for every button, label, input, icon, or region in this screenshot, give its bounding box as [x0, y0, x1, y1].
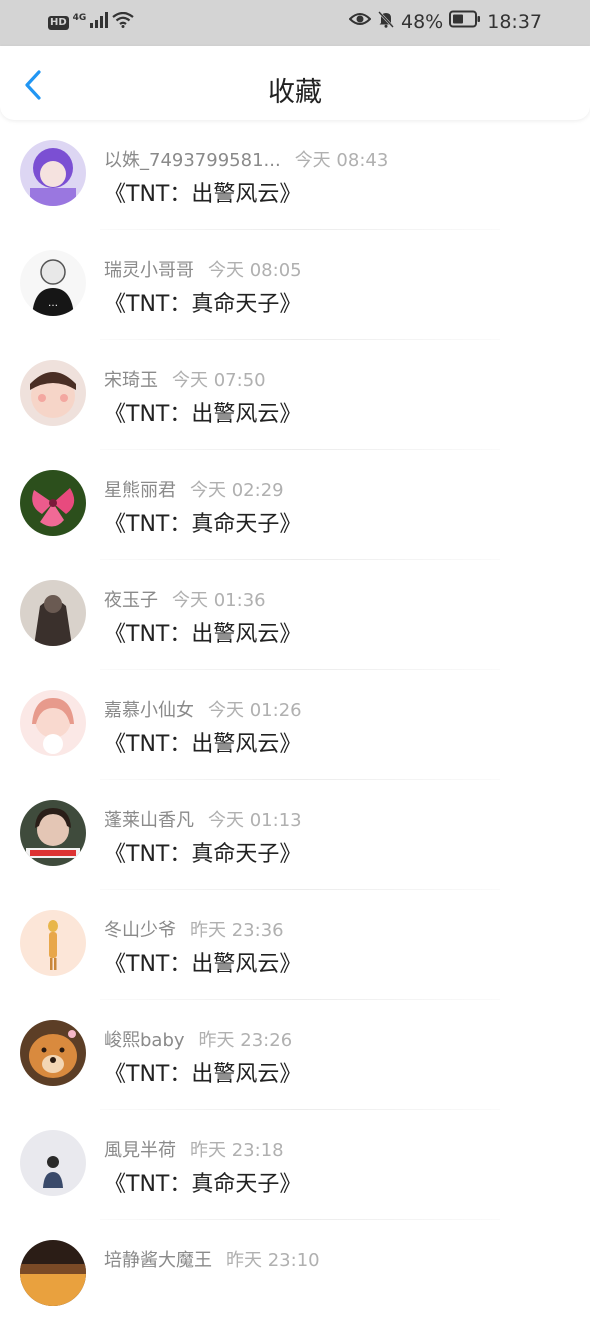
list-item[interactable]: … 瑞灵小哥哥 今天 08:05 《TNT：真命天子》 — [0, 230, 590, 340]
status-left: HD 4G — [48, 11, 135, 33]
clock: 18:37 — [487, 10, 542, 33]
user-name[interactable]: 冬山少爷 — [104, 920, 176, 941]
item-title[interactable]: 《TNT：出警风云》 — [104, 1056, 301, 1088]
list-item[interactable]: 星熊丽君 今天 02:29 《TNT：真命天子》 — [0, 450, 590, 560]
status-bar: HD 4G 48% 18:37 — [0, 0, 590, 46]
item-title[interactable]: 《TNT：真命天子》 — [104, 506, 301, 538]
avatar[interactable] — [20, 800, 86, 866]
list-item[interactable]: 冬山少爷 昨天 23:36 《TNT：出警风云》 — [0, 890, 590, 1000]
item-title[interactable]: 《TNT：出警风云》 — [104, 396, 301, 428]
user-name[interactable]: 嘉慕小仙女 — [104, 700, 194, 721]
avatar[interactable] — [20, 690, 86, 756]
list-item[interactable]: 峻熙baby 昨天 23:26 《TNT：出警风云》 — [0, 1000, 590, 1110]
avatar[interactable] — [20, 580, 86, 646]
wifi-icon — [112, 11, 135, 33]
user-name[interactable]: 峻熙baby — [104, 1030, 185, 1051]
timestamp: 今天 01:36 — [172, 590, 266, 611]
item-title[interactable]: 《TNT：出警风云》 — [104, 726, 301, 758]
avatar[interactable] — [20, 470, 86, 536]
item-title[interactable]: 《TNT：真命天子》 — [104, 286, 301, 318]
item-meta: 宋琦玉 今天 07:50 — [104, 366, 266, 392]
item-meta: 風見半荷 昨天 23:18 — [104, 1136, 284, 1162]
list-item[interactable]: 以姝_7493799581... 今天 08:43 《TNT：出警风云》 — [0, 120, 590, 230]
item-title[interactable]: 《TNT：真命天子》 — [104, 1166, 301, 1198]
timestamp: 今天 01:13 — [208, 810, 302, 831]
list-item[interactable]: 夜玉子 今天 01:36 《TNT：出警风云》 — [0, 560, 590, 670]
battery-icon — [449, 10, 481, 33]
list-item[interactable]: 宋琦玉 今天 07:50 《TNT：出警风云》 — [0, 340, 590, 450]
list-item[interactable]: 嘉慕小仙女 今天 01:26 《TNT：出警风云》 — [0, 670, 590, 780]
user-name[interactable]: 夜玉子 — [104, 590, 158, 611]
timestamp: 今天 02:29 — [190, 480, 284, 501]
header-bar: 收藏 — [0, 46, 590, 120]
user-name[interactable]: 培静酱大魔王 — [104, 1250, 212, 1271]
item-meta: 夜玉子 今天 01:36 — [104, 586, 266, 612]
item-meta: 蓬莱山香凡 今天 01:13 — [104, 806, 302, 832]
status-right: 48% 18:37 — [348, 10, 542, 33]
item-meta: 峻熙baby 昨天 23:26 — [104, 1026, 292, 1052]
timestamp: 今天 08:43 — [294, 150, 389, 171]
list-item[interactable]: 蓬莱山香凡 今天 01:13 《TNT：真命天子》 — [0, 780, 590, 890]
item-meta: 瑞灵小哥哥 今天 08:05 — [104, 256, 302, 282]
bell-muted-icon — [377, 10, 395, 33]
battery-percent: 48% — [401, 10, 444, 33]
timestamp: 今天 08:05 — [208, 260, 302, 281]
timestamp: 昨天 23:18 — [190, 1140, 284, 1161]
user-name[interactable]: 以姝_7493799581... — [104, 150, 281, 171]
item-meta: 嘉慕小仙女 今天 01:26 — [104, 696, 302, 722]
timestamp: 昨天 23:10 — [226, 1250, 320, 1271]
user-name[interactable]: 風見半荷 — [104, 1140, 176, 1161]
item-meta: 星熊丽君 今天 02:29 — [104, 476, 284, 502]
avatar[interactable] — [20, 910, 86, 976]
item-meta: 冬山少爷 昨天 23:36 — [104, 916, 284, 942]
item-title[interactable]: 《TNT：出警风云》 — [104, 176, 301, 208]
user-name[interactable]: 宋琦玉 — [104, 370, 158, 391]
network-label: 4G — [72, 12, 87, 23]
item-title[interactable]: 《TNT：出警风云》 — [104, 946, 301, 978]
avatar[interactable] — [20, 1130, 86, 1196]
avatar[interactable] — [20, 1240, 86, 1306]
user-name[interactable]: 蓬莱山香凡 — [104, 810, 194, 831]
item-title[interactable]: 《TNT：出警风云》 — [104, 616, 301, 648]
item-meta: 培静酱大魔王 昨天 23:10 — [104, 1246, 320, 1272]
avatar[interactable] — [20, 140, 86, 206]
user-name[interactable]: 瑞灵小哥哥 — [104, 260, 194, 281]
signal-icon — [90, 12, 109, 33]
list-item[interactable]: 風見半荷 昨天 23:18 《TNT：真命天子》 — [0, 1110, 590, 1220]
avatar[interactable]: … — [20, 250, 86, 316]
timestamp: 昨天 23:26 — [198, 1030, 293, 1051]
page-title: 收藏 — [268, 77, 322, 108]
item-title[interactable]: 《TNT：真命天子》 — [104, 836, 301, 868]
favorites-list: 以姝_7493799581... 今天 08:43 《TNT：出警风云》 … 瑞灵… — [0, 120, 590, 1330]
avatar[interactable] — [20, 1020, 86, 1086]
item-meta: 以姝_7493799581... 今天 08:43 — [104, 146, 388, 172]
svg-text:…: … — [48, 298, 58, 309]
timestamp: 昨天 23:36 — [190, 920, 284, 941]
user-name[interactable]: 星熊丽君 — [104, 480, 176, 501]
list-item[interactable]: 培静酱大魔王 昨天 23:10 — [0, 1220, 590, 1330]
timestamp: 今天 01:26 — [208, 700, 302, 721]
avatar[interactable] — [20, 360, 86, 426]
timestamp: 今天 07:50 — [172, 370, 266, 391]
hd-badge: HD — [48, 15, 69, 30]
eye-icon — [348, 11, 372, 32]
